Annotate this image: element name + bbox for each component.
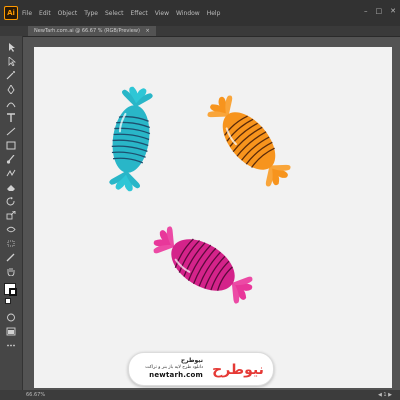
menu-type[interactable]: Type: [84, 10, 98, 17]
watermark-logo-text: نیوطرح: [212, 362, 264, 378]
scale-tool-icon[interactable]: [4, 210, 18, 220]
maximize-button[interactable]: □: [376, 7, 383, 15]
document-tab-title: NewTarh.com.ai @ 66.67 % (RGB/Preview): [34, 28, 140, 34]
pink-candy[interactable]: [144, 213, 262, 317]
hand-tool-icon[interactable]: [4, 266, 18, 276]
eyedropper-tool-icon[interactable]: [4, 252, 18, 262]
watermark-url: newtarh.com: [149, 371, 203, 379]
eraser-tool-icon[interactable]: [4, 182, 18, 192]
shaper-tool-icon[interactable]: [4, 168, 18, 178]
minimize-button[interactable]: –: [364, 7, 368, 15]
menu-view[interactable]: View: [155, 10, 169, 17]
artboard[interactable]: [34, 47, 392, 388]
selection-tool-icon[interactable]: [4, 42, 18, 52]
watermark-name: نیوطرح: [180, 357, 203, 364]
menu-edit[interactable]: Edit: [39, 10, 51, 17]
line-tool-icon[interactable]: [4, 126, 18, 136]
default-colors-icon[interactable]: [5, 298, 11, 304]
app-logo: Ai: [4, 6, 18, 20]
document-tab-bar: NewTarh.com.ai @ 66.67 % (RGB/Preview) ×: [0, 26, 400, 37]
curvature-tool-icon[interactable]: [4, 98, 18, 108]
tools-panel: [0, 36, 23, 400]
magic-wand-tool-icon[interactable]: [4, 70, 18, 80]
orange-candy[interactable]: [202, 89, 296, 193]
screen-mode-icon[interactable]: [4, 326, 18, 336]
status-bar: 66.67% ◀ 1 ▶: [0, 390, 400, 400]
watermark-badge: نیوطرح دانلود طرح لایه باز بنر و تراکت n…: [128, 352, 274, 386]
menu-help[interactable]: Help: [207, 10, 221, 17]
paintbrush-tool-icon[interactable]: [4, 154, 18, 164]
blue-candy[interactable]: [102, 85, 160, 193]
document-tab[interactable]: NewTarh.com.ai @ 66.67 % (RGB/Preview) ×: [28, 26, 156, 36]
type-tool-icon[interactable]: [4, 112, 18, 122]
pen-tool-icon[interactable]: [4, 84, 18, 94]
free-transform-tool-icon[interactable]: [4, 238, 18, 248]
rotate-tool-icon[interactable]: [4, 196, 18, 206]
draw-mode-icon[interactable]: [4, 312, 18, 322]
window-controls: – □ ✕: [356, 7, 396, 15]
menu-bar: Ai File Edit Object Type Select Effect V…: [0, 0, 400, 26]
newtarh-logo-icon: نیوطرح: [209, 359, 267, 379]
watermark-text: نیوطرح دانلود طرح لایه باز بنر و تراکت n…: [137, 357, 203, 379]
menu-select[interactable]: Select: [105, 10, 124, 17]
menu-window[interactable]: Window: [176, 10, 200, 17]
edit-toolbar-icon[interactable]: [4, 340, 18, 350]
zoom-level[interactable]: 66.67%: [26, 390, 45, 400]
width-tool-icon[interactable]: [4, 224, 18, 234]
stroke-color-swatch[interactable]: [9, 288, 17, 296]
direct-selection-tool-icon[interactable]: [4, 56, 18, 66]
rectangle-tool-icon[interactable]: [4, 140, 18, 150]
artboard-navigator[interactable]: ◀ 1 ▶: [378, 390, 392, 400]
watermark-tagline: دانلود طرح لایه باز بنر و تراکت: [145, 365, 203, 370]
menu-object[interactable]: Object: [58, 10, 78, 17]
close-window-button[interactable]: ✕: [390, 7, 396, 15]
tab-close-icon[interactable]: ×: [146, 28, 150, 34]
menu-effect[interactable]: Effect: [131, 10, 148, 17]
menu-file[interactable]: File: [22, 10, 32, 17]
